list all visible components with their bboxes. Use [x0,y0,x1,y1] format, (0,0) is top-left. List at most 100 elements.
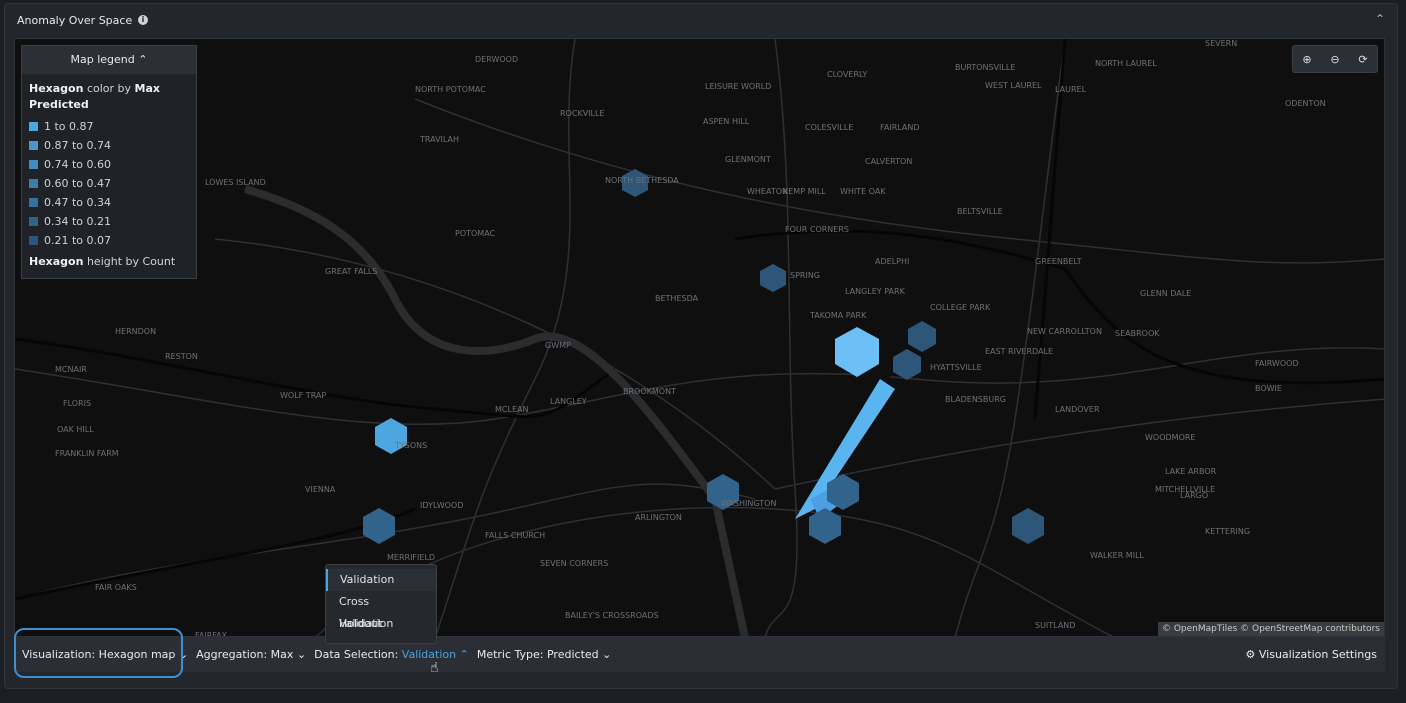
map-place-label: MCLEAN [495,405,528,414]
map-place-label: IDYLWOOD [420,501,463,510]
chevron-down-icon: ⌄ [602,648,611,661]
visualization-settings-button[interactable]: ⚙ Visualization Settings [1246,648,1377,661]
map-place-label: ADELPHI [875,257,909,266]
map-place-label: VIENNA [305,485,335,494]
map-place-label: BOWIE [1255,384,1282,393]
map-place-label: NORTH LAUREL [1095,59,1157,68]
dropdown-option-validation[interactable]: Validation [326,569,436,591]
map-place-label: WHITE OAK [840,187,886,196]
map-place-label: BETHESDA [655,294,698,303]
map-place-label: POTOMAC [455,229,495,238]
map-place-label: FAIRWOOD [1255,359,1299,368]
map-place-label: FLORIS [63,399,91,408]
chevron-up-icon: ⌃ [138,53,147,66]
panel-title: Anomaly Over Space [17,14,132,27]
map-place-label: FAIRLAND [880,123,920,132]
map-place-label: ROCKVILLE [560,109,605,118]
map-place-label: LEISURE WORLD [705,82,771,91]
legend-toggle[interactable]: Map legend ⌃ [22,46,196,74]
map-place-label: WEST LAUREL [985,81,1042,90]
map-place-label: NEW CARROLLTON [1027,327,1102,336]
metric-type-select[interactable]: Metric Type: Predicted ⌄ [477,648,612,661]
map-place-label: WALKER MILL [1090,551,1144,560]
legend-swatch [29,198,38,207]
map-legend: Map legend ⌃ Hexagon color by Max Predic… [21,45,197,279]
legend-range-label: 1 to 0.87 [44,120,94,133]
map-place-label: SPRING [790,271,820,280]
legend-title: Map legend [71,53,135,66]
chevron-up-icon: ⌃ [460,648,469,661]
map-place-label: EAST RIVERDALE [985,347,1053,356]
map-place-label: KEMP MILL [783,187,826,196]
map-place-label: GREAT FALLS [325,267,377,276]
map-place-label: COLLEGE PARK [930,303,990,312]
map-place-label: NORTH POTOMAC [415,85,486,94]
legend-height-desc: Hexagon height by Count [22,250,196,270]
chevron-up-icon[interactable]: ⌃ [1375,12,1385,26]
map-place-label: TAKOMA PARK [810,311,866,320]
hand-cursor-icon: ☝ [430,660,439,676]
map-place-label: LARGO [1180,491,1208,500]
aggregation-label: Aggregation: Max [196,648,293,661]
map-place-label: WHEATON [747,187,788,196]
map-roads [15,39,1385,637]
zoom-out-icon[interactable]: ⊖ [1330,53,1339,66]
map-attribution[interactable]: © OpenMapTiles © OpenStreetMap contribut… [1158,622,1384,636]
map-place-label: FRANKLIN FARM [55,449,119,458]
map-place-label: FOUR CORNERS [785,225,849,234]
map-place-label: ARLINGTON [635,513,682,522]
data-selection-value: Validation [402,648,456,661]
map-place-label: KETTERING [1205,527,1250,536]
zoom-in-icon[interactable]: ⊕ [1302,53,1311,66]
map-place-label: TRAVILAH [420,135,459,144]
map-place-label: LANGLEY [550,397,587,406]
map-place-label: FALLS CHURCH [485,531,545,540]
legend-swatch [29,160,38,169]
map-place-label: LANDOVER [1055,405,1100,414]
map-place-label: BROOKMONT [623,387,676,396]
map-place-label: GWMP [545,341,571,350]
dropdown-option-holdout[interactable]: Holdout [326,613,436,635]
data-selection-label: Data Selection: [314,648,402,661]
legend-range-label: 0.34 to 0.21 [44,215,111,228]
legend-swatch [29,141,38,150]
visualization-settings-label: Visualization Settings [1259,648,1377,661]
map-place-label: GLENMONT [725,155,771,164]
aggregation-select[interactable]: Aggregation: Max ⌄ [196,648,306,661]
map-place-label: OAK HILL [57,425,94,434]
legend-range-label: 0.60 to 0.47 [44,177,111,190]
legend-color-desc: Hexagon color by Max Predicted [22,74,196,113]
legend-range: 0.87 to 0.74 [22,136,196,155]
legend-height-rest: height by Count [83,255,175,268]
map-place-label: LAUREL [1055,85,1086,94]
legend-range: 0.21 to 0.07 [22,231,196,250]
map-place-label: BELTSVILLE [957,207,1003,216]
map-place-label: SEVEN CORNERS [540,559,608,568]
data-selection-select[interactable]: Data Selection: Validation ⌃ [314,648,469,661]
map-place-label: SEVERN [1205,39,1237,48]
legend-swatch [29,122,38,131]
map-place-label: COLESVILLE [805,123,853,132]
legend-range: 0.34 to 0.21 [22,212,196,231]
map-place-label: SEABROOK [1115,329,1160,338]
visualization-toolbar: Visualization: Hexagon map ⌄ Aggregation… [14,637,1385,672]
map[interactable]: DERWOODNORTH POTOMACROCKVILLELEISURE WOR… [14,38,1385,637]
dropdown-option-cross-validation[interactable]: Cross Validation [326,591,436,613]
reset-view-icon[interactable]: ⟳ [1358,53,1367,66]
legend-range-label: 0.74 to 0.60 [44,158,111,171]
legend-color-mid: color by [83,82,134,95]
map-place-label: BURTONSVILLE [955,63,1015,72]
legend-range-label: 0.21 to 0.07 [44,234,111,247]
map-place-label: MCNAIR [55,365,87,374]
map-place-label: GLENN DALE [1140,289,1191,298]
data-selection-dropdown: Validation Cross Validation Holdout [325,564,437,644]
map-place-label: ASPEN HILL [703,117,749,126]
info-icon[interactable]: i [138,15,148,25]
legend-height-prefix: Hexagon [29,255,83,268]
legend-range: 0.74 to 0.60 [22,155,196,174]
legend-swatch [29,179,38,188]
legend-range: 0.47 to 0.34 [22,193,196,212]
visualization-highlight [14,628,183,678]
map-place-label: CALVERTON [865,157,912,166]
map-place-label: HERNDON [115,327,156,336]
